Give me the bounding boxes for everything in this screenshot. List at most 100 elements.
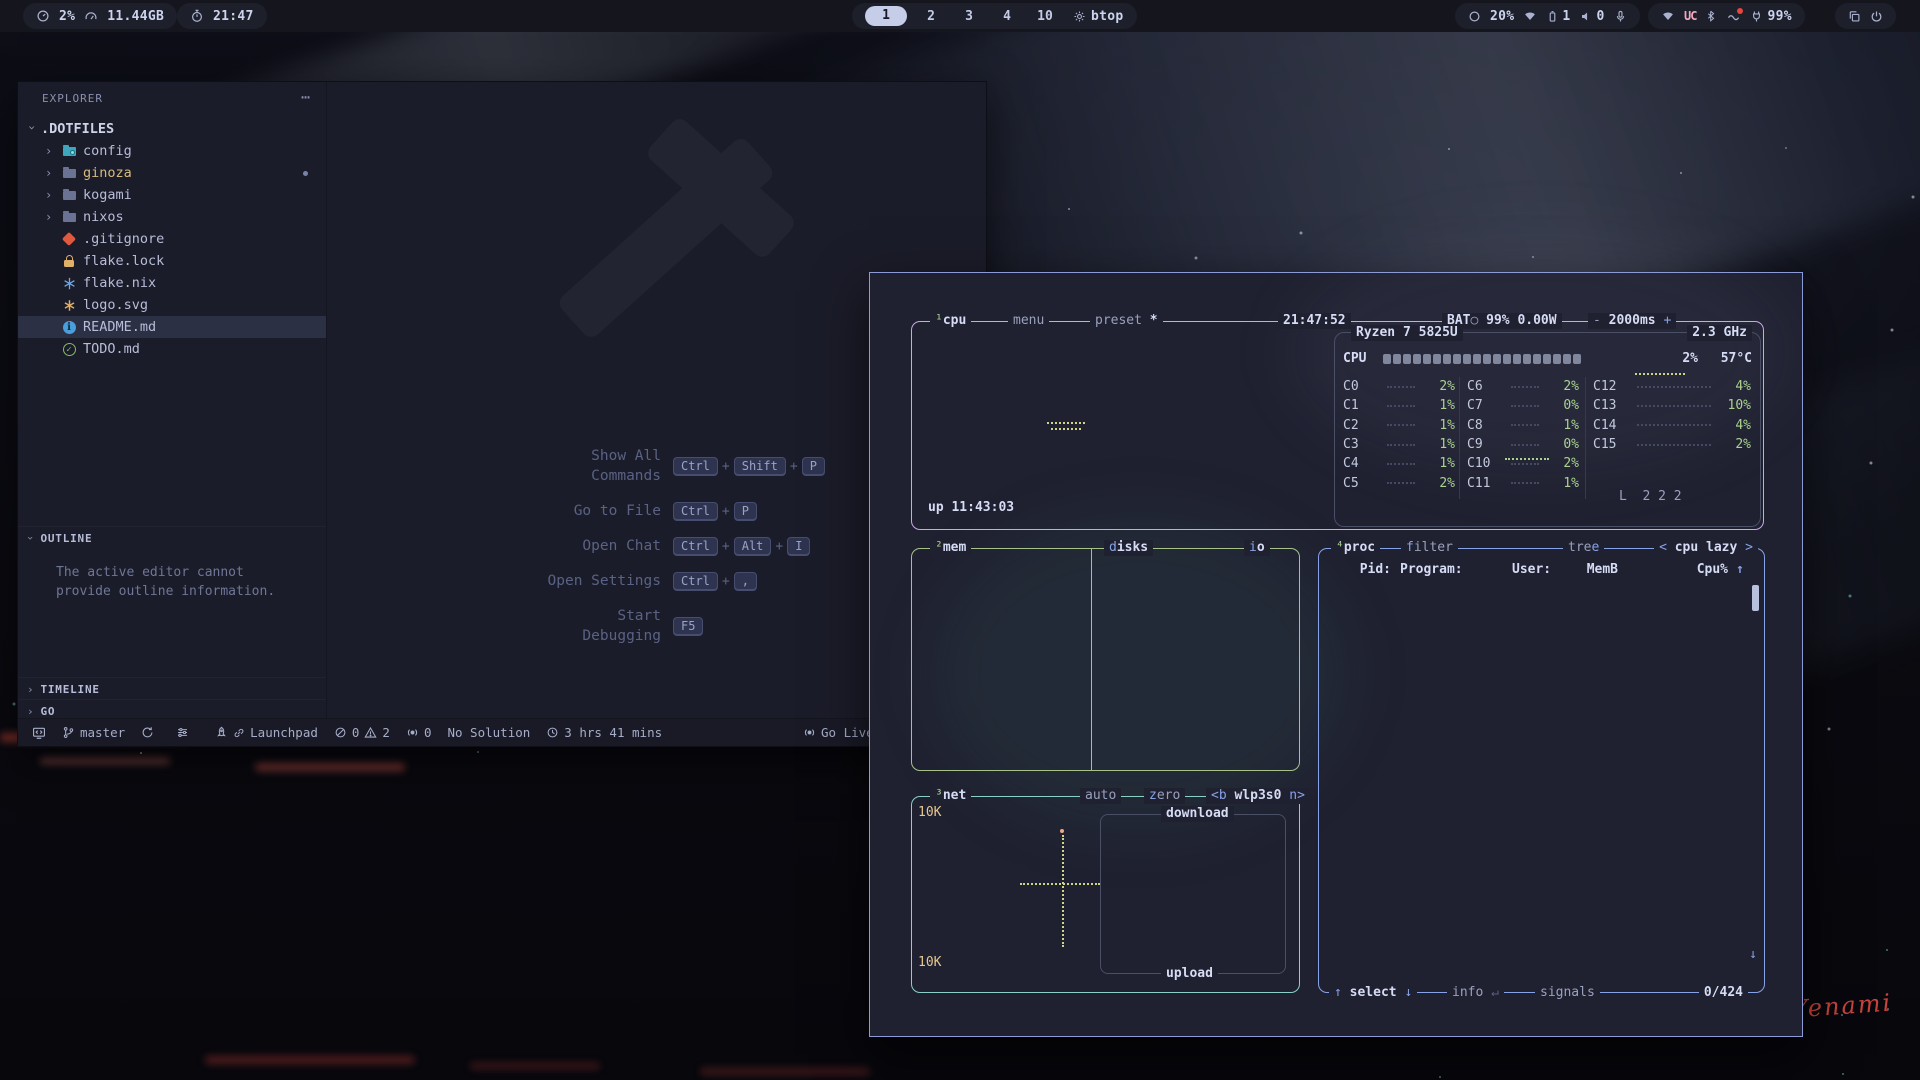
cpu-graph-dots [1047, 422, 1085, 424]
plus-separator: + [722, 574, 730, 589]
tree-item-todo-md[interactable]: ✓ TODO.md [18, 338, 326, 360]
workspace-button-4[interactable]: 4 [993, 9, 1021, 24]
explorer-sidebar: EXPLORER ⋯ › .DOTFILES ›config›ginoza›ko… [18, 82, 327, 719]
key-shift: Shift [734, 457, 786, 475]
tree-item-readme-md[interactable]: iREADME.md [18, 316, 326, 338]
tree-item-logo-svg[interactable]: logo.svg [18, 294, 326, 316]
solution-label: No Solution [447, 725, 530, 740]
problems-button[interactable]: 0 2 [334, 725, 390, 740]
core-name: C11 [1467, 476, 1505, 491]
file-label: logo.svg [83, 297, 148, 313]
proc-signals-hint[interactable]: signals [1535, 985, 1600, 1001]
core-name: C7 [1467, 398, 1505, 413]
folder-config-icon [61, 143, 77, 159]
cpu-meter-block [1433, 354, 1441, 364]
root-folder-label: .DOTFILES [41, 121, 114, 137]
tree-item-config[interactable]: ›config [18, 140, 326, 162]
proc-table-header[interactable]: Pid: Program: User: MemB Cpu% ↑ [1327, 561, 1744, 579]
core-percent: 1% [1545, 418, 1579, 433]
core-column-3: C124%C1310%C144%C152% [1593, 377, 1751, 454]
load-average: L 2 2 2 [1619, 489, 1682, 504]
chevron-right-icon: › [45, 166, 55, 180]
proc-sort-control[interactable]: < cpu lazy > [1654, 540, 1758, 556]
workspace-button-1[interactable]: 1 [865, 6, 907, 26]
shortcut-label: Open Settings [456, 571, 661, 591]
shortcut-keys: Ctrl+P [673, 502, 757, 520]
git-branch-button[interactable]: master [62, 725, 125, 740]
core-row-c15: C152% [1593, 435, 1751, 454]
warning-triangle-icon [364, 726, 377, 739]
timeline-section-header[interactable]: › TIMELINE [18, 677, 326, 700]
cpu-meter-block [1573, 354, 1581, 364]
session-widget[interactable] [1835, 3, 1896, 29]
core-graph-leader [1387, 444, 1415, 446]
workspace-button-10[interactable]: 10 [1031, 9, 1059, 24]
net-graph-peak-dot [1060, 829, 1064, 833]
core-graph-leader [1387, 463, 1415, 465]
plus-separator: + [722, 459, 730, 474]
mem-box-title[interactable]: ²mem [930, 540, 971, 556]
net-auto-button[interactable]: auto [1080, 788, 1121, 804]
connectivity-widget[interactable]: UC 99% [1648, 3, 1805, 29]
tree-item-ginoza[interactable]: ›ginoza [18, 162, 326, 184]
core-graph-dots [1635, 373, 1685, 375]
core-row-c1: C11% [1343, 396, 1455, 415]
disks-toggle[interactable]: disks [1104, 540, 1153, 556]
workspace-button-3[interactable]: 3 [955, 9, 983, 24]
proc-scrollbar-thumb[interactable] [1752, 585, 1759, 611]
refresh-rate-control[interactable]: - 2000ms + [1588, 313, 1676, 329]
sort-direction-arrow: ↑ [1728, 562, 1744, 577]
outline-section-header[interactable]: › OUTLINE [18, 526, 326, 549]
tree-item-flake-lock[interactable]: flake.lock [18, 250, 326, 272]
timeline-title: TIMELINE [40, 683, 99, 696]
core-row-c7: C70% [1467, 396, 1579, 415]
proc-box-title[interactable]: ⁴proc [1331, 540, 1380, 556]
cpu-total-meter [1383, 354, 1583, 364]
workspace-button-2[interactable]: 2 [917, 9, 945, 24]
cpu-box-title[interactable]: ¹cpu [930, 313, 971, 329]
clock-widget[interactable]: 21:47 [177, 3, 267, 29]
nix-snowflake-icon [61, 275, 77, 291]
core-row-c8: C81% [1467, 416, 1579, 435]
tree-item-nixos[interactable]: ›nixos [18, 206, 326, 228]
ports-button[interactable] [176, 726, 189, 739]
tree-root-dotfiles[interactable]: › .DOTFILES [18, 118, 326, 140]
circle-indicator-value: 20% [1490, 9, 1514, 24]
column-divider [1459, 377, 1460, 499]
key-,: , [734, 572, 757, 590]
core-row-c11: C111% [1467, 473, 1579, 492]
net-zero-button[interactable]: zero [1144, 788, 1185, 804]
solution-status[interactable]: No Solution [447, 725, 530, 740]
proc-tree-button[interactable]: tree [1563, 540, 1604, 556]
proc-select-hint[interactable]: ↑ select ↓ [1329, 985, 1417, 1001]
remote-window-button[interactable] [32, 726, 46, 740]
audio-battery-widget[interactable]: 20% 1 0 [1455, 3, 1640, 29]
tree-item-flake-nix[interactable]: flake.nix [18, 272, 326, 294]
scroll-down-arrow[interactable]: ↓ [1749, 947, 1757, 962]
preset-button[interactable]: preset * [1090, 313, 1163, 329]
core-graph-leader [1511, 482, 1539, 484]
system-stats-widget[interactable]: 2% 11.44GB [23, 3, 177, 29]
views-and-more-actions-button[interactable]: ⋯ [301, 88, 310, 106]
watermark-shortcut-row: Start DebuggingF5 [456, 606, 816, 646]
file-label: TODO.md [83, 341, 140, 357]
tree-item--gitignore[interactable]: .gitignore [18, 228, 326, 250]
menu-button[interactable]: menu [1008, 313, 1049, 329]
net-box-title[interactable]: ³net [930, 788, 971, 804]
net-interface-switcher[interactable]: <b wlp3s0 n> [1206, 788, 1310, 804]
core-name: C14 [1593, 418, 1631, 433]
tree-item-kogami[interactable]: ›kogami [18, 184, 326, 206]
proc-filter-button[interactable]: filter [1401, 540, 1458, 556]
core-graph-leader [1637, 405, 1711, 407]
proc-info-hint[interactable]: info ↵ [1447, 985, 1504, 1001]
check-icon: ✓ [61, 341, 77, 357]
launchpad-button[interactable]: Launchpad [215, 725, 318, 740]
sync-changes-button[interactable] [141, 726, 154, 739]
wakatime-status[interactable]: 3 hrs 41 mins [546, 725, 662, 740]
key-p: P [802, 457, 825, 475]
go-live-button[interactable]: Go Live [803, 725, 874, 740]
water-reflection [470, 1063, 600, 1069]
io-toggle[interactable]: io [1244, 540, 1270, 556]
broadcast-button[interactable]: 0 [406, 725, 432, 740]
shortcut-keys: F5 [673, 617, 703, 635]
